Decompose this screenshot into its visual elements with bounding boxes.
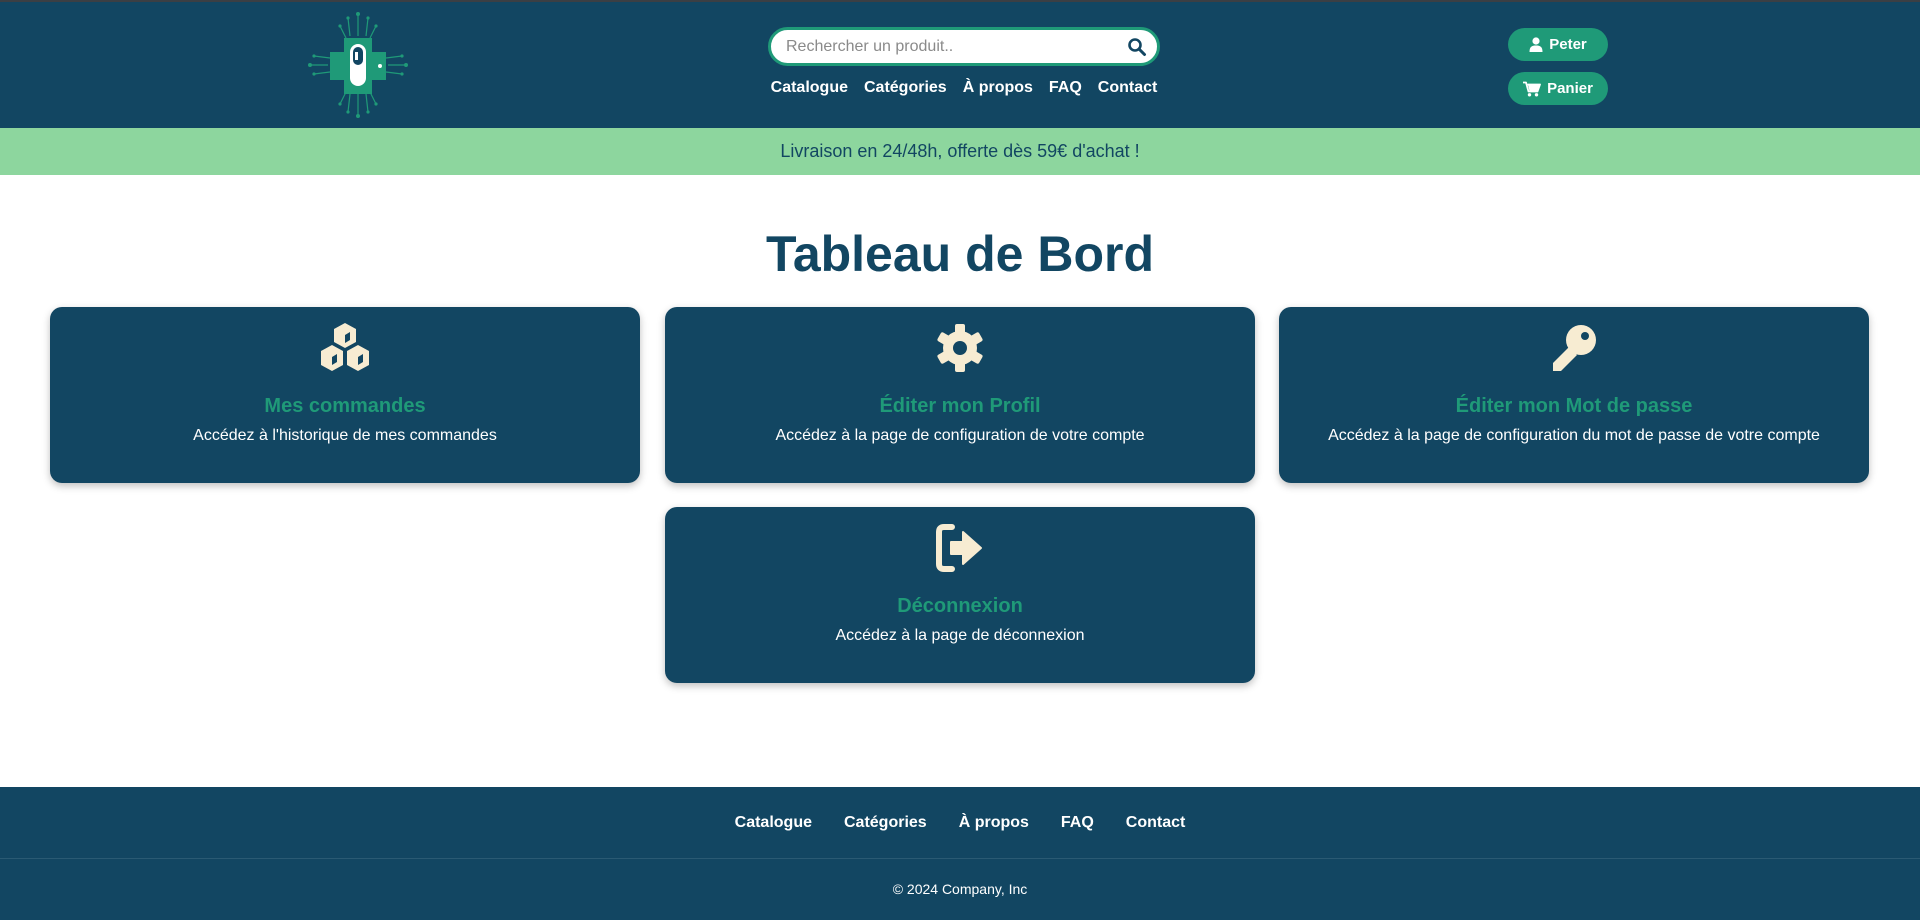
footer-divider: [0, 858, 1920, 859]
footer-link-categories[interactable]: Catégories: [844, 810, 927, 836]
footer-link-contact[interactable]: Contact: [1126, 810, 1186, 836]
footer-link-about[interactable]: À propos: [959, 810, 1029, 836]
card-description: Accédez à l'historique de mes commandes: [193, 427, 497, 444]
footer-nav: Catalogue Catégories À propos FAQ Contac…: [0, 810, 1920, 836]
card-title: Mes commandes: [264, 395, 426, 417]
search-bar: [768, 27, 1160, 66]
edit-profile-card[interactable]: Éditer mon Profil Accédez à la page de c…: [665, 307, 1255, 483]
card-title: Déconnexion: [897, 595, 1023, 617]
main-nav: Catalogue Catégories À propos FAQ Contac…: [768, 76, 1160, 100]
user-account-button[interactable]: Peter: [1508, 28, 1608, 61]
copyright-text: © 2024 Company, Inc: [892, 881, 1028, 897]
search-input[interactable]: [786, 30, 1116, 63]
site-header: Catalogue Catégories À propos FAQ Contac…: [0, 2, 1920, 128]
edit-password-card[interactable]: Éditer mon Mot de passe Accédez à la pag…: [1279, 307, 1869, 483]
nav-link-faq[interactable]: FAQ: [1049, 76, 1082, 100]
page-title: Tableau de Bord: [765, 226, 1154, 282]
nav-link-catalogue[interactable]: Catalogue: [771, 76, 848, 100]
promo-banner: Livraison en 24/48h, offerte dès 59€ d'a…: [0, 128, 1920, 175]
orders-card[interactable]: Mes commandes Accédez à l'historique de …: [50, 307, 640, 483]
cubes-icon: [321, 323, 369, 371]
user-icon: [1529, 37, 1543, 52]
card-title: Éditer mon Mot de passe: [1455, 395, 1693, 417]
user-button-label: Peter: [1549, 36, 1587, 53]
pill-circuit-logo-icon[interactable]: [308, 12, 408, 118]
nav-link-contact[interactable]: Contact: [1098, 76, 1158, 100]
key-icon: [1553, 325, 1596, 371]
footer-link-faq[interactable]: FAQ: [1061, 810, 1094, 836]
logout-icon: [936, 524, 982, 572]
nav-link-about[interactable]: À propos: [963, 76, 1033, 100]
site-footer: Catalogue Catégories À propos FAQ Contac…: [0, 787, 1920, 920]
card-description: Accédez à la page de configuration du mo…: [1328, 427, 1820, 444]
cart-icon: [1523, 81, 1541, 96]
footer-link-catalogue[interactable]: Catalogue: [735, 810, 812, 836]
cart-button[interactable]: Panier: [1508, 72, 1608, 105]
cart-button-label: Panier: [1547, 80, 1593, 97]
promo-text: Livraison en 24/48h, offerte dès 59€ d'a…: [780, 141, 1140, 161]
gear-icon: [937, 324, 983, 372]
card-description: Accédez à la page de déconnexion: [835, 627, 1085, 644]
card-title: Éditer mon Profil: [879, 395, 1041, 417]
logout-card[interactable]: Déconnexion Accédez à la page de déconne…: [665, 507, 1255, 683]
nav-link-categories[interactable]: Catégories: [864, 76, 947, 100]
card-description: Accédez à la page de configuration de vo…: [775, 427, 1145, 444]
search-icon[interactable]: [1127, 37, 1147, 57]
